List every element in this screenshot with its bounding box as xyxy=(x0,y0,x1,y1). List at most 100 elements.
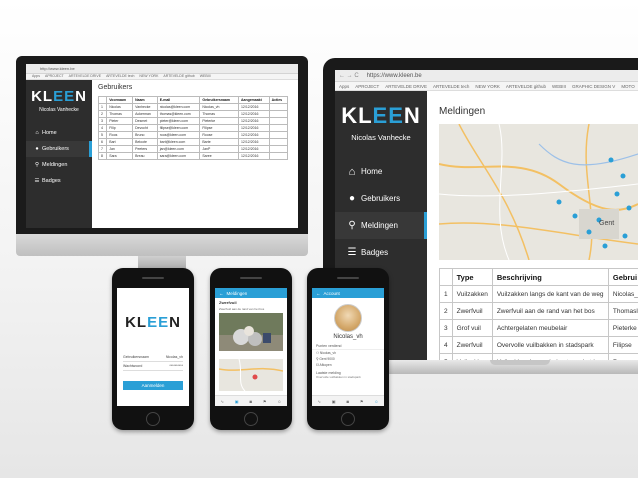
column-header: Voornaam xyxy=(106,96,134,104)
table-cell: 12/12/2016 xyxy=(237,131,270,139)
bookmark[interactable]: Apps xyxy=(32,74,40,79)
last-report-title: Laatste melding xyxy=(316,371,341,375)
tab-activity-icon[interactable]: ∿ xyxy=(220,399,223,404)
phone-screen: ← Account Nicolas_vh Punten verdiend ⚇ Ni… xyxy=(312,288,384,406)
back-arrow-icon[interactable]: ← xyxy=(316,291,321,296)
bookmark[interactable]: ARTEVELDE github xyxy=(163,74,194,79)
table-cell: 4 xyxy=(439,336,453,354)
tab-profile-icon[interactable]: ☺ xyxy=(277,399,281,404)
table-cell: Bart xyxy=(106,138,134,146)
table-cell: 3 xyxy=(439,319,453,337)
users-table: Voornaam Naam E-mail Gebruikersnaam Aang… xyxy=(97,96,289,160)
user-row[interactable]: 3 Pieter Desmet pieter@kleen.com Pieterke 12/… xyxy=(97,117,289,125)
bookmark[interactable]: ARTEVELDE github xyxy=(506,84,546,89)
tab-camera-icon[interactable]: ◙ xyxy=(346,399,348,404)
sidebar-item-badges[interactable]: ☰ Badges xyxy=(335,239,427,266)
table-cell: Thomas xyxy=(199,110,239,118)
bookmark[interactable]: ARTEVELDE DRIVE xyxy=(385,84,427,89)
user-row[interactable]: 2 Thomas Ackerman thomas@kleen.com Thomas 12/… xyxy=(97,110,289,118)
table-cell: Thomasl xyxy=(607,302,638,320)
points-section-title: Punten verdiend xyxy=(312,340,384,350)
sidebar-item-meldingen[interactable]: ⚲ Meldingen xyxy=(26,157,92,173)
bookmark[interactable]: ARTEVELDE tech xyxy=(433,84,469,89)
home-button[interactable] xyxy=(341,412,355,426)
url-text: http://www.kleen.be xyxy=(40,66,75,71)
bookmark[interactable]: NEW YORK xyxy=(475,84,499,89)
table-cell: Nicolas xyxy=(106,103,134,111)
logo: KLEEN xyxy=(125,314,181,331)
reports-map[interactable]: Gent xyxy=(439,124,638,260)
phone-screen: KLEEN Gebruikersnaam Nicolas_vh Wachtwoor… xyxy=(117,288,189,406)
bookmark[interactable]: WEBIII xyxy=(552,84,566,89)
users-icon: ● xyxy=(35,146,39,152)
table-cell xyxy=(268,103,289,111)
sidebar-item-gebruikers[interactable]: ● Gebruikers xyxy=(335,185,427,212)
nav-arrows-icon[interactable]: ← → C xyxy=(339,73,359,79)
browser-address-bar[interactable]: http://www.kleen.be xyxy=(26,64,298,74)
table-cell: thomas@kleen.com xyxy=(156,110,201,118)
sidebar-item-home[interactable]: ⌂ Home xyxy=(335,158,427,185)
table-cell: Vuilzakken xyxy=(451,285,493,303)
bookmark[interactable]: NEW YORK xyxy=(139,74,158,79)
sidebar-item-badges[interactable]: ☰ Badges xyxy=(26,173,92,189)
user-row[interactable]: 8 Sara Breau sara@kleen.com Saree 12/12/2016 xyxy=(97,152,289,160)
table-cell: Pieterke xyxy=(607,319,638,337)
table-cell: Vanhecke xyxy=(132,103,158,111)
map-pin-icon: ⚲ xyxy=(34,162,40,168)
bookmark[interactable]: WEBIII xyxy=(200,74,211,79)
table-cell: Ackerman xyxy=(132,110,158,118)
report-map[interactable] xyxy=(218,358,284,392)
table-cell xyxy=(268,117,289,125)
table-cell: roos@kleen.com xyxy=(156,131,201,139)
home-button[interactable] xyxy=(146,412,160,426)
table-cell: Vuilzakken langs de kant van de weg xyxy=(491,285,609,303)
password-field[interactable]: Wachtwoord ********** xyxy=(123,362,183,371)
tab-activity-icon[interactable]: ∿ xyxy=(317,399,320,404)
page-title: Meldingen xyxy=(439,106,486,117)
user-row[interactable]: 7 Jan Peeters jan@kleen.com JanP 12/12/2016 xyxy=(97,145,289,153)
report-row[interactable]: 4 Zwerfvuil Overvolle vuilbakken in stadsp… xyxy=(439,336,638,354)
table-cell: 12/12/2016 xyxy=(237,138,270,146)
report-row[interactable]: 2 Zwerfvuil Zwerfvuil aan de rand van het … xyxy=(439,302,638,320)
table-cell: Zwerfvuil xyxy=(451,302,493,320)
report-row[interactable]: 1 Vuilzakken Vuilzakken langs de kant van … xyxy=(439,285,638,303)
bookmark[interactable]: MOTO xyxy=(621,84,634,89)
bookmark[interactable]: ARTEVELDE DRIVE xyxy=(69,74,101,79)
column-header: Type xyxy=(451,268,493,286)
username-field[interactable]: Gebruikersnaam Nicolas_vh xyxy=(123,353,183,362)
tab-reports-icon[interactable]: ▣ xyxy=(332,399,336,404)
bookmark[interactable]: APROJECT xyxy=(45,74,64,79)
app-bar: ← Meldingen xyxy=(215,288,287,298)
tab-camera-icon[interactable]: ◙ xyxy=(249,399,251,404)
bottom-tab-bar: ∿ ▣ ◙ ⚑ ☺ xyxy=(215,395,287,406)
tab-flag-icon[interactable]: ⚑ xyxy=(263,399,267,404)
bookmark[interactable]: ARTEVELDE tech xyxy=(106,74,134,79)
report-type: Zwerfvuil xyxy=(219,300,237,305)
bookmark[interactable]: Apps xyxy=(339,84,349,89)
tab-reports-icon[interactable]: ▣ xyxy=(235,399,239,404)
report-photo[interactable] xyxy=(219,313,283,351)
table-cell: Achtergelaten meubelair xyxy=(491,319,609,337)
user-row[interactable]: 4 Filip Devocht filipse@kleen.com Filipse 12/… xyxy=(97,124,289,132)
sidebar-item-meldingen[interactable]: ⚲ Meldingen xyxy=(335,212,427,239)
user-row[interactable]: 1 Nicolas Vanhecke nicolas@kleen.com Nicolas… xyxy=(97,103,289,111)
table-cell: Roos xyxy=(106,131,134,139)
table-cell: Breau xyxy=(132,152,158,160)
sidebar-item-gebruikers[interactable]: ● Gebruikers xyxy=(26,141,92,157)
user-row[interactable]: 6 Bart Beloote bart@kleen.com Barte 12/12/201… xyxy=(97,138,289,146)
back-arrow-icon[interactable]: ← xyxy=(219,291,224,296)
sidebar-item-home[interactable]: ⌂ Home xyxy=(26,125,92,141)
tab-profile-icon[interactable]: ☺ xyxy=(374,399,378,404)
table-cell: Pieter xyxy=(106,117,134,125)
bookmark[interactable]: APROJECT xyxy=(355,84,379,89)
report-row[interactable]: 3 Grof vuil Achtergelaten meubelair Pieterk… xyxy=(439,319,638,337)
bookmark[interactable]: GRAPHIC DESIGN V xyxy=(572,84,615,89)
home-button[interactable] xyxy=(244,412,258,426)
browser-address-bar[interactable]: ← → C https://www.kleen.be xyxy=(335,70,638,82)
map-city-label: Gent xyxy=(599,220,614,227)
login-button[interactable]: Aanmelden xyxy=(123,381,183,390)
tab-flag-icon[interactable]: ⚑ xyxy=(360,399,364,404)
table-cell: Beloote xyxy=(132,138,158,146)
user-row[interactable]: 5 Roos Bruno roos@kleen.com Roose 12/12/2016 xyxy=(97,131,289,139)
phone-speaker xyxy=(240,277,262,279)
